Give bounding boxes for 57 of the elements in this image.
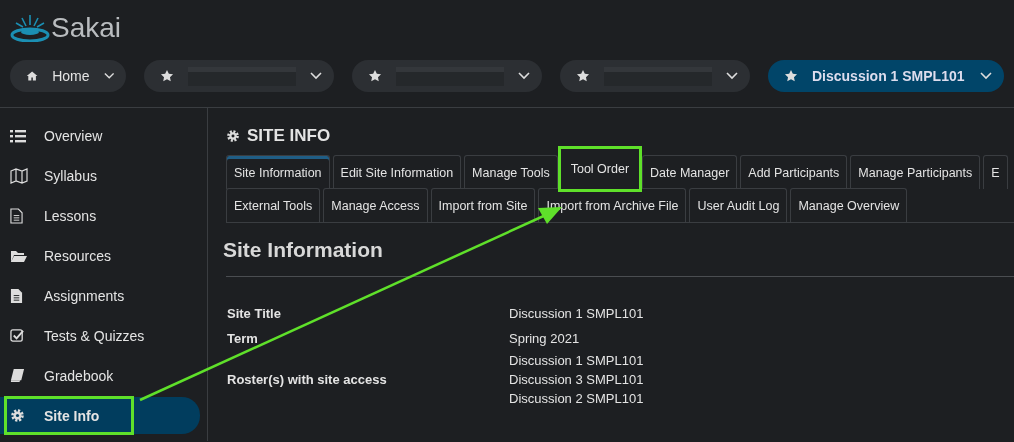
map-icon	[10, 167, 28, 184]
chevron-down-icon	[518, 72, 530, 80]
chevron-down-icon	[980, 72, 992, 80]
sidebar-item[interactable]: Site Info	[0, 397, 200, 434]
tab[interactable]: Edit Site Information	[332, 155, 462, 189]
tab[interactable]: User Audit Log	[689, 188, 788, 222]
sidebar-item[interactable]: Overview	[0, 117, 200, 154]
chevron-down-icon	[726, 72, 738, 80]
star-icon	[576, 69, 590, 83]
field-value: Spring 2021	[509, 330, 580, 348]
tab[interactable]: Manage Overview	[790, 188, 908, 222]
site-tab[interactable]: Discussion 1 SMPL101	[768, 60, 1004, 92]
folder-icon	[10, 248, 28, 263]
tab[interactable]: Manage Participants	[850, 155, 981, 189]
star-icon	[160, 69, 174, 83]
page-title: SITE INFO	[247, 126, 331, 146]
home-icon	[26, 70, 39, 82]
star-icon	[368, 69, 382, 83]
sidebar-item[interactable]: Lessons	[0, 197, 200, 234]
tab[interactable]: External Tools	[226, 188, 321, 222]
checkbox-icon	[10, 328, 25, 343]
site-tab[interactable]	[352, 60, 542, 92]
tab[interactable]: Add Participants	[740, 155, 848, 189]
field-value: Discussion 1 SMPL101	[509, 352, 644, 370]
tab[interactable]: Import from Site	[430, 188, 536, 222]
star-icon	[784, 69, 798, 83]
gear-icon	[226, 129, 240, 143]
list-icon	[10, 128, 26, 143]
field-label: Roster(s) with site access	[227, 372, 388, 387]
tab[interactable]: Manage Tools	[464, 155, 558, 189]
field-value: Discussion 1 SMPL101	[509, 305, 644, 323]
tab[interactable]: Tool Order	[557, 146, 643, 192]
logo-text: Sakai	[51, 14, 122, 42]
document-icon	[10, 287, 23, 304]
site-tab[interactable]	[560, 60, 750, 92]
tab[interactable]: Manage Access	[323, 188, 428, 222]
site-tab[interactable]	[144, 60, 334, 92]
chevron-down-icon	[103, 72, 114, 80]
sidebar-item[interactable]: Gradebook	[0, 357, 200, 394]
tab[interactable]: Site Information	[226, 155, 330, 189]
gear-icon	[10, 408, 25, 423]
tab[interactable]: Date Manager	[642, 155, 738, 189]
section-title: Site Information	[223, 238, 384, 262]
sidebar-item[interactable]: Tests & Quizzes	[0, 317, 200, 354]
site-tab[interactable]: Home	[10, 60, 126, 92]
sidebar-item[interactable]: Assignments	[0, 277, 200, 314]
chevron-down-icon	[310, 72, 322, 80]
field-value: Discussion 2 SMPL101	[509, 390, 644, 408]
logo-icon	[10, 12, 50, 42]
sidebar-item[interactable]: Resources	[0, 237, 200, 274]
book-icon	[10, 368, 25, 383]
field-label: Site Title	[227, 306, 282, 321]
tab[interactable]: E	[983, 155, 1008, 189]
field-label: Term	[227, 331, 259, 346]
field-value: Discussion 3 SMPL101	[509, 371, 644, 389]
sidebar-item[interactable]: Syllabus	[0, 157, 200, 194]
document-icon	[10, 207, 23, 224]
